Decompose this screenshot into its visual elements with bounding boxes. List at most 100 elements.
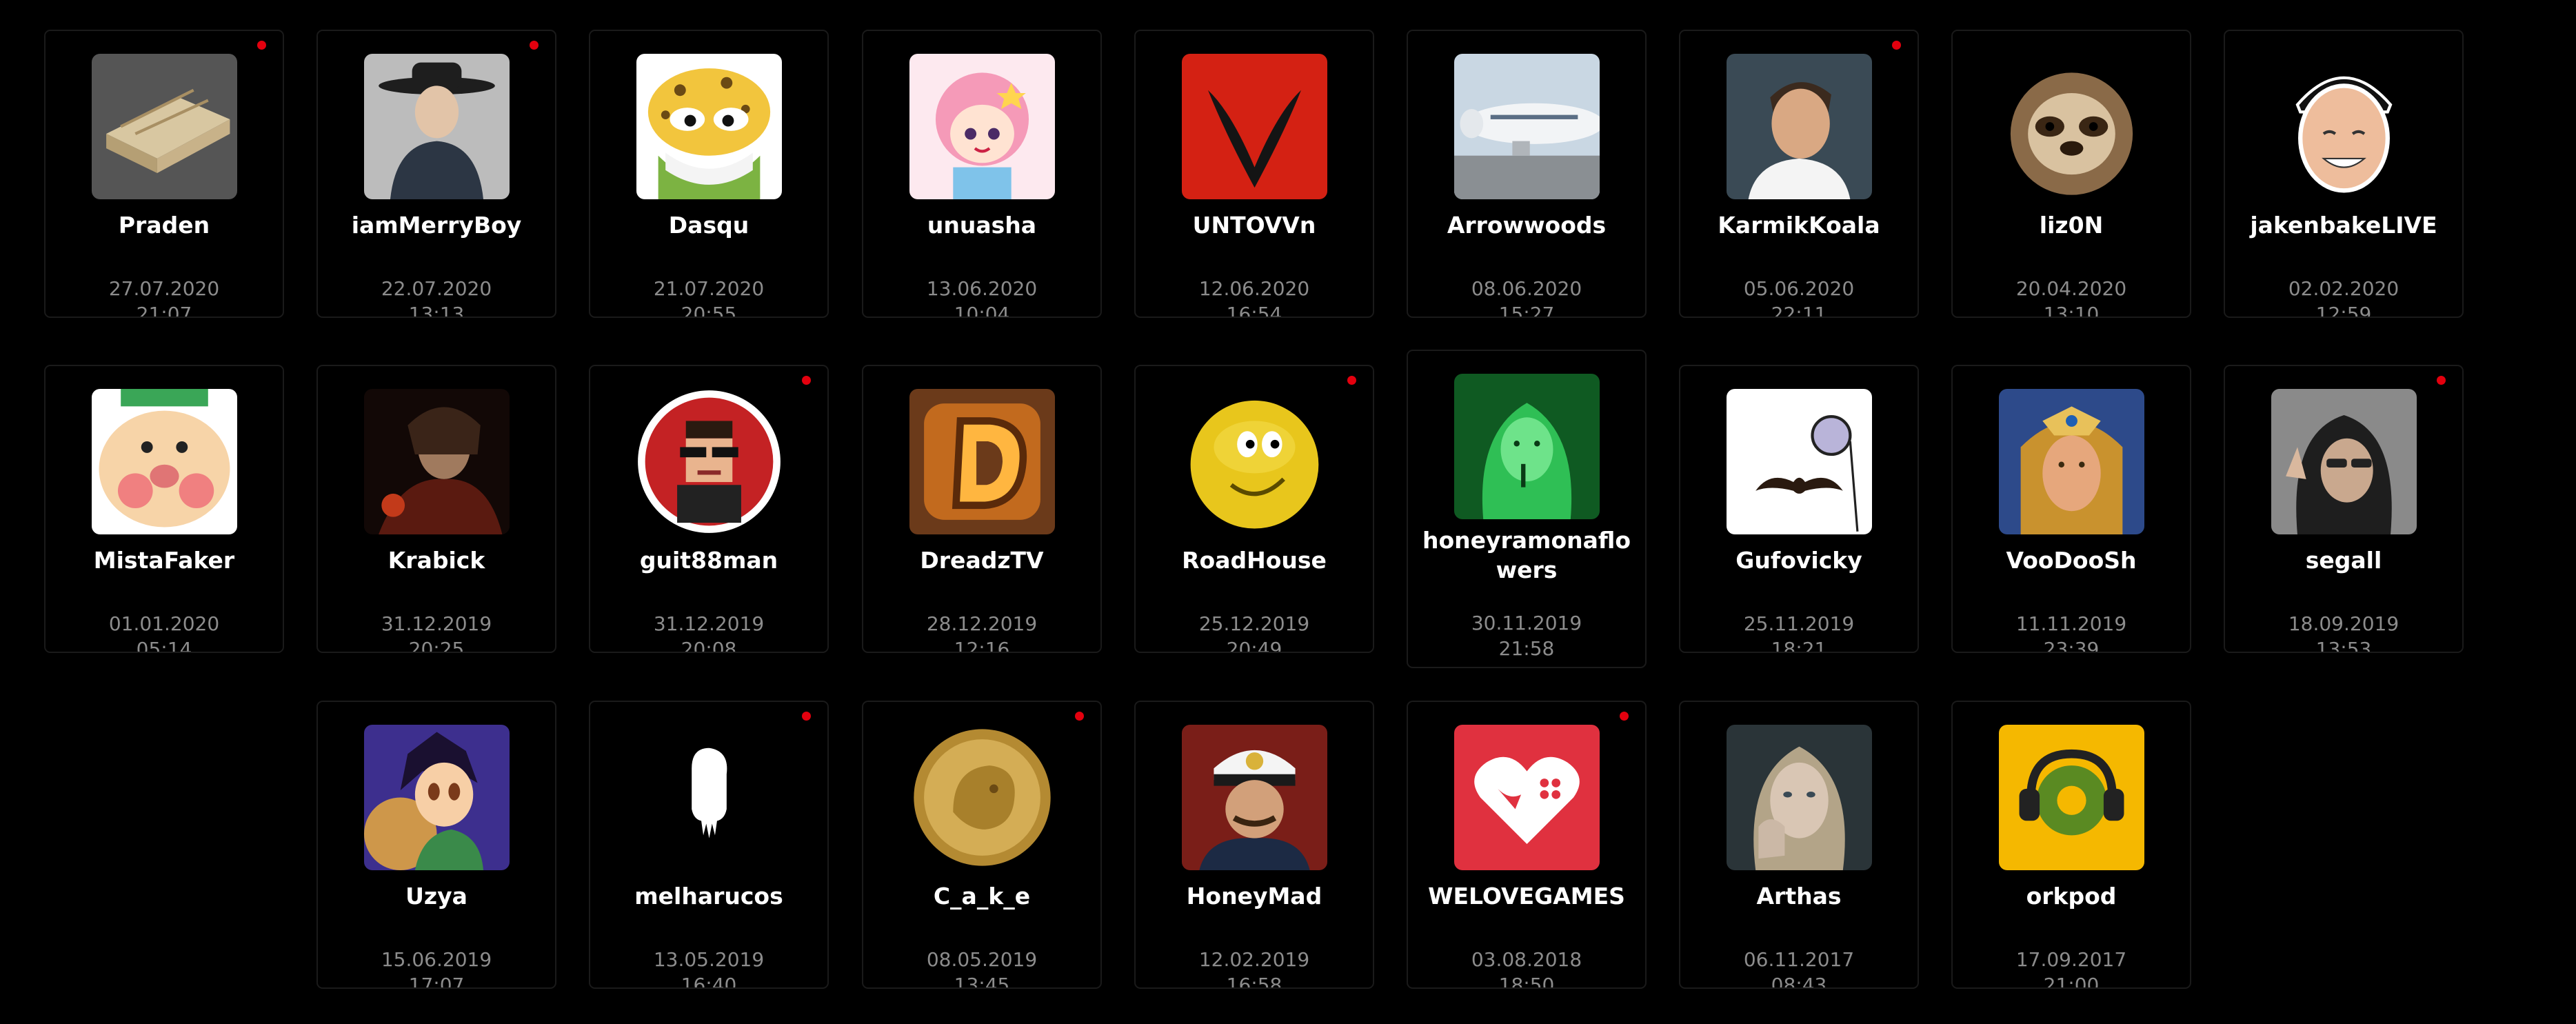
channel-card[interactable]: UNTOVVn 12.06.2020 16:54	[1134, 30, 1374, 318]
channel-avatar[interactable]	[1726, 54, 1872, 199]
channel-avatar[interactable]	[363, 54, 510, 199]
channel-card[interactable]: DreadzTV 28.12.2019 12:16	[862, 365, 1102, 653]
channel-time: 16:58	[1226, 974, 1282, 989]
channel-card[interactable]: melharucos 13.05.2019 16:40	[589, 701, 829, 989]
channel-card[interactable]: unuasha 13.06.2020 10:04	[862, 30, 1102, 318]
channel-avatar[interactable]	[909, 725, 1055, 870]
channel-avatar[interactable]	[1181, 389, 1327, 534]
channel-card[interactable]: iamMerryBoy 22.07.2020 13:13	[316, 30, 556, 318]
channel-name[interactable]: Arthas	[1686, 881, 1912, 911]
channel-date: 27.07.2020	[108, 277, 220, 300]
channel-name[interactable]: MistaFaker	[51, 545, 277, 575]
channel-card[interactable]: Arrowwoods 08.06.2020 15:27	[1407, 30, 1647, 318]
channel-time: 16:40	[681, 974, 737, 989]
channel-date: 12.06.2020	[1198, 277, 1310, 300]
channel-time: 21:58	[1498, 637, 1555, 660]
channel-name[interactable]: unuasha	[869, 210, 1095, 240]
live-indicator-dot	[1347, 376, 1356, 385]
channel-name[interactable]: VooDooSh	[1958, 545, 2184, 575]
channel-avatar[interactable]	[2271, 389, 2417, 534]
channel-time: 23:39	[2043, 638, 2100, 653]
channel-card[interactable]: RoadHouse 25.12.2019 20:49	[1134, 365, 1374, 653]
channel-card[interactable]: segall 18.09.2019 13:53	[2224, 365, 2464, 653]
channel-name[interactable]: Gufovicky	[1686, 545, 1912, 575]
channel-date: 06.11.2017	[1743, 948, 1855, 971]
channel-name[interactable]: liz0N	[1958, 210, 2184, 240]
channel-card[interactable]: Uzya 15.06.2019 17:07	[316, 701, 556, 989]
channel-date: 02.02.2020	[2288, 277, 2399, 300]
live-indicator-dot	[802, 376, 811, 385]
channel-avatar[interactable]	[1726, 389, 1872, 534]
channel-avatar[interactable]	[363, 389, 510, 534]
channel-avatar[interactable]	[1998, 725, 2144, 870]
channel-name[interactable]: segall	[2231, 545, 2457, 575]
channel-avatar[interactable]	[1181, 725, 1327, 870]
channel-date: 01.01.2020	[108, 612, 220, 635]
channel-card[interactable]: Krabick 31.12.2019 20:25	[316, 365, 556, 653]
channel-card[interactable]: Arthas 06.11.2017 08:43	[1679, 701, 1919, 989]
channel-avatar[interactable]	[636, 725, 782, 870]
channel-name[interactable]: WELOVEGAMES	[1413, 881, 1640, 911]
channel-avatar[interactable]	[636, 54, 782, 199]
channel-time: 13:45	[954, 974, 1010, 989]
channel-avatar[interactable]	[636, 389, 782, 534]
channel-time: 18:21	[1771, 638, 1827, 653]
channel-avatar[interactable]	[1726, 725, 1872, 870]
channel-name[interactable]: guit88man	[596, 545, 822, 575]
channel-avatar[interactable]	[909, 389, 1055, 534]
channel-card[interactable]: Gufovicky 25.11.2019 18:21	[1679, 365, 1919, 653]
channel-avatar[interactable]	[2271, 54, 2417, 199]
channel-card[interactable]: C_a_k_e 08.05.2019 13:45	[862, 701, 1102, 989]
channel-card[interactable]: KarmikKoala 05.06.2020 22:11	[1679, 30, 1919, 318]
channel-card[interactable]: guit88man 31.12.2019 20:08	[589, 365, 829, 653]
channel-card[interactable]: Praden 27.07.2020 21:07	[44, 30, 284, 318]
channel-card[interactable]: orkpod 17.09.2017 21:00	[1951, 701, 2191, 989]
channel-name[interactable]: KarmikKoala	[1686, 210, 1912, 240]
channel-name[interactable]: honeyramonaflowers	[1413, 525, 1640, 585]
channel-card[interactable]: WELOVEGAMES 03.08.2018 18:50	[1407, 701, 1647, 989]
channel-name[interactable]: UNTOVVn	[1141, 210, 1367, 240]
channel-card[interactable]: Dasqu 21.07.2020 20:55	[589, 30, 829, 318]
channel-time: 08:43	[1771, 974, 1827, 989]
channel-avatar[interactable]	[1453, 725, 1600, 870]
channel-avatar[interactable]	[363, 725, 510, 870]
channel-avatar[interactable]	[1998, 389, 2144, 534]
channel-avatar[interactable]	[91, 54, 237, 199]
channel-name[interactable]: iamMerryBoy	[323, 210, 550, 240]
channel-time: 13:13	[408, 303, 465, 318]
channel-name[interactable]: Dasqu	[596, 210, 822, 240]
channel-avatar[interactable]	[1181, 54, 1327, 199]
channel-card[interactable]: honeyramonaflowers 30.11.2019 21:58	[1407, 350, 1647, 668]
channel-time: 10:04	[954, 303, 1010, 318]
channel-name[interactable]: Krabick	[323, 545, 550, 575]
channel-name[interactable]: melharucos	[596, 881, 822, 911]
channel-time: 21:00	[2043, 974, 2100, 989]
channel-name[interactable]: orkpod	[1958, 881, 2184, 911]
channel-name[interactable]: HoneyMad	[1141, 881, 1367, 911]
channel-card[interactable]: jakenbakeLIVE 02.02.2020 12:59	[2224, 30, 2464, 318]
channel-date: 08.05.2019	[926, 948, 1038, 971]
channel-avatar[interactable]	[91, 389, 237, 534]
channel-card[interactable]: HoneyMad 12.02.2019 16:58	[1134, 701, 1374, 989]
channel-card[interactable]: liz0N 20.04.2020 13:10	[1951, 30, 2191, 318]
channel-name[interactable]: RoadHouse	[1141, 545, 1367, 575]
channel-date: 31.12.2019	[381, 612, 492, 635]
channel-name[interactable]: Praden	[51, 210, 277, 240]
channel-name[interactable]: C_a_k_e	[869, 881, 1095, 911]
channel-card[interactable]: MistaFaker 01.01.2020 05:14	[44, 365, 284, 653]
channel-avatar[interactable]	[1453, 374, 1600, 519]
channel-date: 25.11.2019	[1743, 612, 1855, 635]
channel-time: 15:27	[1498, 303, 1555, 318]
channel-name[interactable]: DreadzTV	[869, 545, 1095, 575]
channel-time: 17:07	[408, 974, 465, 989]
channel-avatar[interactable]	[1998, 54, 2144, 199]
channel-name[interactable]: Arrowwoods	[1413, 210, 1640, 240]
channel-name[interactable]: Uzya	[323, 881, 550, 911]
channel-date: 13.06.2020	[926, 277, 1038, 300]
channel-date: 12.02.2019	[1198, 948, 1310, 971]
channel-name[interactable]: jakenbakeLIVE	[2231, 210, 2457, 240]
channel-avatar[interactable]	[909, 54, 1055, 199]
channel-date: 15.06.2019	[381, 948, 492, 971]
channel-avatar[interactable]	[1453, 54, 1600, 199]
channel-card[interactable]: VooDooSh 11.11.2019 23:39	[1951, 365, 2191, 653]
